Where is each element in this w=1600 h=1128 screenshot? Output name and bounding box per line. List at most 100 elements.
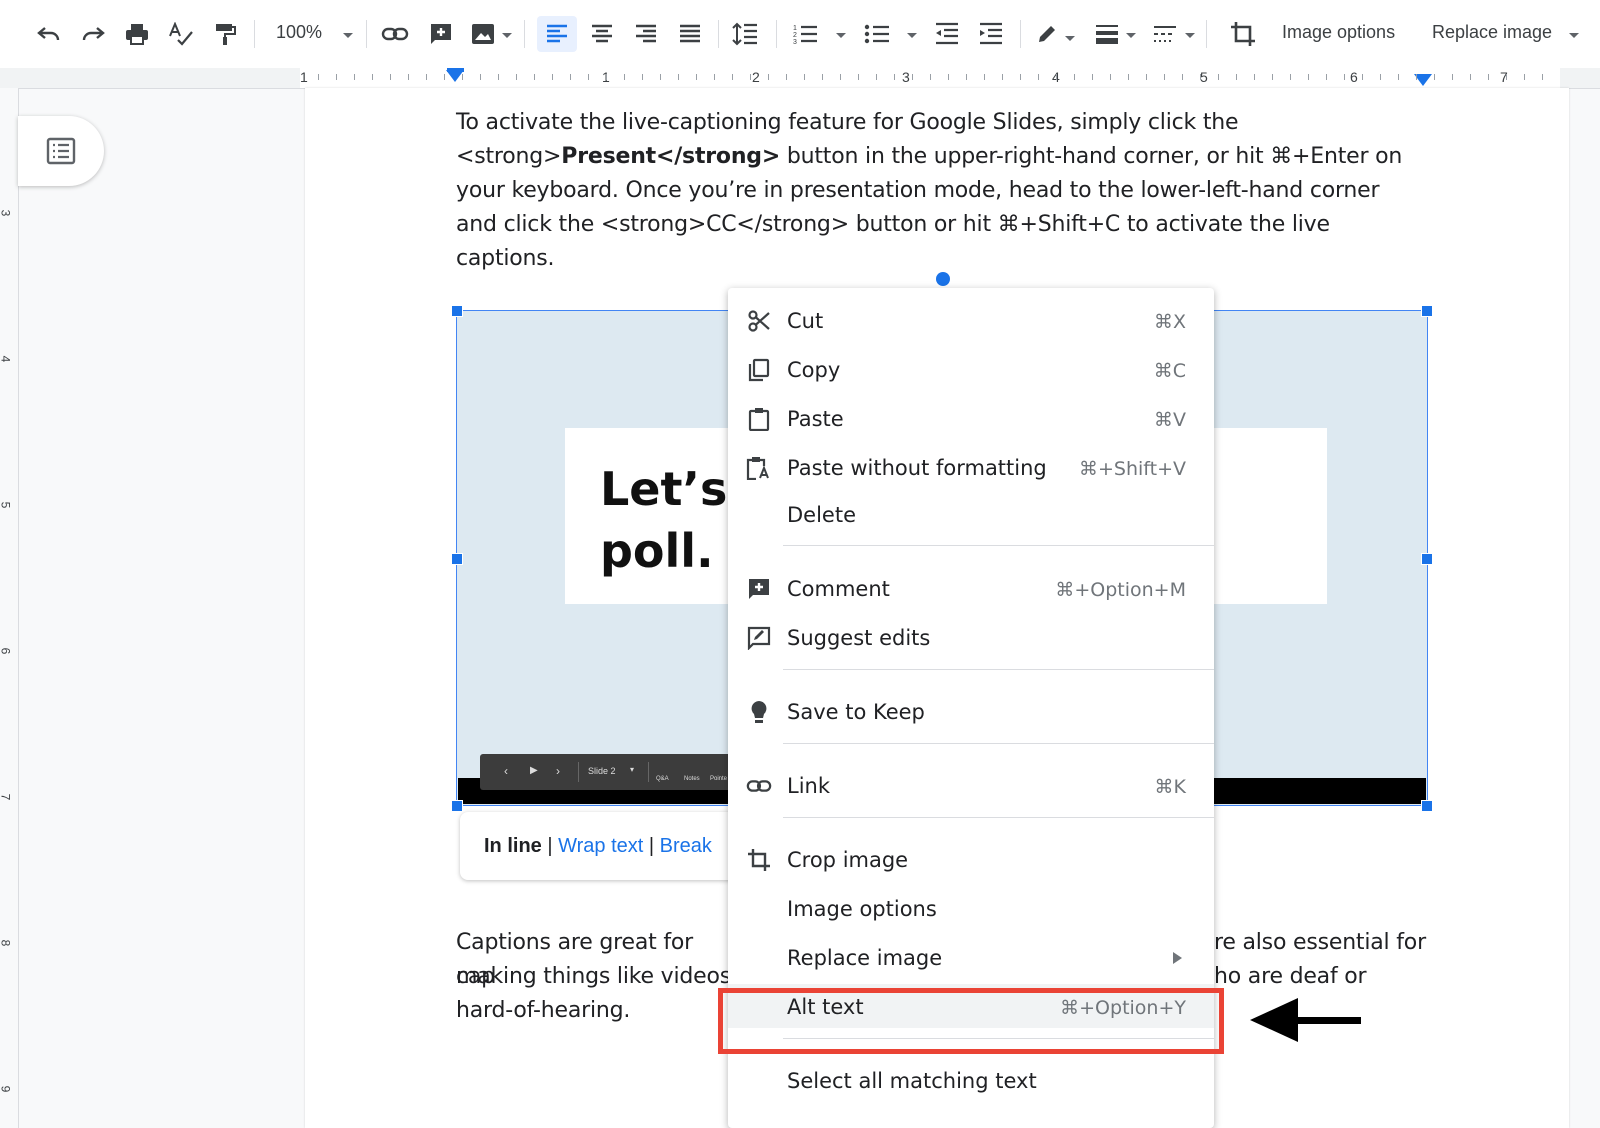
paragraph-fragment[interactable]: hard-of-hearing. xyxy=(456,994,736,1028)
menu-item-shortcut: ⌘X xyxy=(1153,311,1186,333)
undo-icon[interactable] xyxy=(32,16,66,52)
link-icon[interactable] xyxy=(378,16,412,52)
ruler-tick xyxy=(1128,74,1129,80)
notes-label: Notes xyxy=(684,776,700,782)
ruler-tick xyxy=(498,74,499,80)
menu-item-select-all-matching-text[interactable]: Select all matching text xyxy=(728,1058,1214,1102)
add-comment-icon[interactable] xyxy=(424,16,458,52)
spellcheck-icon[interactable] xyxy=(164,16,198,52)
resize-handle[interactable] xyxy=(451,800,463,812)
ruler-tick xyxy=(1542,74,1543,80)
first-line-indent-marker[interactable] xyxy=(447,68,464,72)
menu-item-image-options[interactable]: Image options xyxy=(728,886,1214,930)
zoom-dropdown-icon[interactable] xyxy=(343,33,353,38)
resize-handle[interactable] xyxy=(1421,305,1433,317)
play-icon: ▶ xyxy=(530,765,538,776)
ruler-tick xyxy=(408,74,409,80)
ruler-number: 7 xyxy=(0,794,12,801)
menu-item-label: Suggest edits xyxy=(787,626,931,650)
menu-divider xyxy=(783,545,1214,546)
paragraph[interactable]: To activate the live-captioning feature … xyxy=(456,106,1416,276)
menu-item-crop-image[interactable]: Crop image xyxy=(728,837,1214,881)
border-weight-dropdown-icon[interactable] xyxy=(1126,33,1136,38)
justify-icon[interactable] xyxy=(670,16,710,52)
ruler-tick xyxy=(624,74,625,80)
ruler-tick xyxy=(1272,74,1273,80)
paragraph-fragment[interactable]: re also essential for xyxy=(1214,926,1434,960)
increase-indent-icon[interactable] xyxy=(974,16,1008,52)
ruler-tick xyxy=(876,74,877,80)
insert-image-icon[interactable] xyxy=(466,16,500,52)
ruler-number: 6 xyxy=(1350,69,1358,85)
document-outline-button[interactable] xyxy=(18,116,104,186)
border-weight-icon[interactable] xyxy=(1090,16,1124,52)
ruler-tick xyxy=(534,74,535,80)
replace-image-button[interactable]: Replace image xyxy=(1432,22,1552,43)
image-options-button[interactable]: Image options xyxy=(1282,22,1395,43)
ruler-tick xyxy=(1434,74,1435,80)
menu-item-paste[interactable]: Paste ⌘V xyxy=(728,396,1214,440)
svg-text:3: 3 xyxy=(793,39,797,46)
ruler-tick xyxy=(606,74,607,80)
print-icon[interactable] xyxy=(120,16,154,52)
pen-color-icon[interactable] xyxy=(1030,16,1064,52)
ruler-tick xyxy=(462,74,463,80)
align-right-icon[interactable] xyxy=(626,16,666,52)
rotate-handle[interactable] xyxy=(936,272,950,286)
zoom-select[interactable]: 100% xyxy=(276,22,322,43)
paint-format-icon[interactable] xyxy=(208,16,242,52)
bulleted-list-dropdown-icon[interactable] xyxy=(907,33,917,38)
replace-image-dropdown-icon[interactable] xyxy=(1569,33,1579,38)
arrow-icon xyxy=(1250,998,1298,1042)
resize-handle[interactable] xyxy=(1421,800,1433,812)
align-left-icon[interactable] xyxy=(537,16,577,52)
numbered-list-dropdown-icon[interactable] xyxy=(836,33,846,38)
ruler-number: 8 xyxy=(0,940,12,947)
wrap-text-option[interactable]: Wrap text xyxy=(558,835,643,857)
ruler-tick xyxy=(930,74,931,80)
resize-handle[interactable] xyxy=(1421,553,1433,565)
menu-item-comment[interactable]: Comment ⌘+Option+M xyxy=(728,566,1214,610)
border-dash-dropdown-icon[interactable] xyxy=(1185,33,1195,38)
bulleted-list-icon[interactable] xyxy=(860,16,894,52)
divider xyxy=(578,762,579,782)
ruler-tick xyxy=(516,74,517,80)
inline-option[interactable]: In line xyxy=(484,835,542,857)
ruler-number: 2 xyxy=(752,69,760,85)
menu-divider xyxy=(783,817,1214,818)
menu-item-save-to-keep[interactable]: Save to Keep xyxy=(728,689,1214,733)
resize-handle[interactable] xyxy=(451,305,463,317)
crop-icon[interactable] xyxy=(1226,16,1260,52)
ruler-number: 6 xyxy=(0,648,12,655)
ruler-tick xyxy=(336,74,337,80)
menu-item-suggest-edits[interactable]: Suggest edits xyxy=(728,615,1214,659)
divider xyxy=(718,20,719,48)
ruler-tick xyxy=(660,74,661,80)
ruler-tick xyxy=(1524,74,1525,80)
prev-slide-icon: ‹ xyxy=(504,764,508,778)
decrease-indent-icon[interactable] xyxy=(930,16,964,52)
line-spacing-icon[interactable] xyxy=(728,16,762,52)
menu-item-label: Cut xyxy=(787,309,824,333)
border-dash-icon[interactable] xyxy=(1148,16,1182,52)
menu-item-link[interactable]: Link ⌘K xyxy=(728,763,1214,807)
paragraph-fragment[interactable]: ho are deaf or xyxy=(1214,960,1434,994)
ruler-tick xyxy=(552,74,553,80)
menu-item-cut[interactable]: Cut ⌘X xyxy=(728,298,1214,342)
redo-icon[interactable] xyxy=(76,16,110,52)
ruler-tick xyxy=(1488,74,1489,80)
pen-dropdown-icon[interactable] xyxy=(1065,36,1075,41)
resize-handle[interactable] xyxy=(451,553,463,565)
vertical-ruler: 3 4 5 6 7 8 9 xyxy=(0,88,19,1128)
menu-item-copy[interactable]: Copy ⌘C xyxy=(728,347,1214,391)
menu-item-paste-without-formatting[interactable]: Paste without formatting ⌘+Shift+V xyxy=(728,445,1214,489)
image-dropdown-icon[interactable] xyxy=(502,33,512,38)
menu-item-replace-image[interactable]: Replace image xyxy=(728,935,1214,979)
align-center-icon[interactable] xyxy=(582,16,622,52)
break-text-option[interactable]: Break xyxy=(660,835,712,857)
ruler-tick xyxy=(1038,74,1039,80)
numbered-list-icon[interactable]: 123 xyxy=(788,16,822,52)
highlight-box xyxy=(718,988,1224,1054)
paragraph-fragment[interactable]: making things like videos xyxy=(456,960,736,994)
menu-item-delete[interactable]: Delete xyxy=(728,492,1214,536)
